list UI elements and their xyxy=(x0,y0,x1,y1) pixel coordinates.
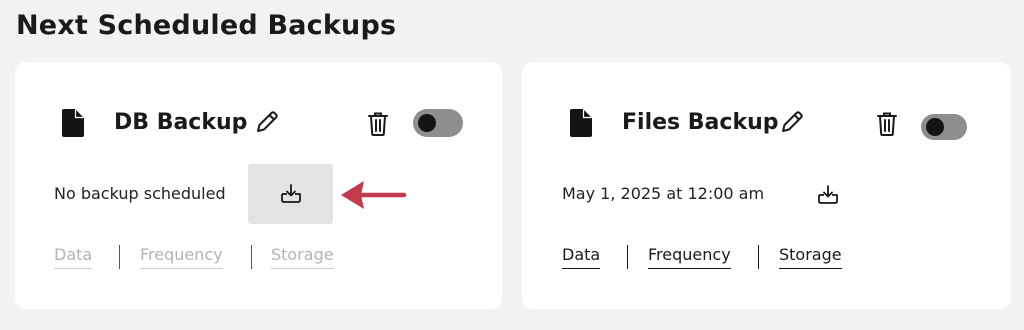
edit-button[interactable] xyxy=(254,109,280,135)
schedule-date: May 1, 2025 at 12:00 am xyxy=(562,184,765,203)
page-title: Next Scheduled Backups xyxy=(16,10,397,41)
tab-storage[interactable]: Storage xyxy=(271,243,334,269)
tab-frequency[interactable]: Frequency xyxy=(140,243,223,269)
download-icon xyxy=(818,185,838,204)
toggle-knob xyxy=(418,114,436,132)
edit-button[interactable] xyxy=(779,109,805,135)
tab-data[interactable]: Data xyxy=(562,243,601,269)
pencil-icon xyxy=(257,111,278,132)
tab-divider xyxy=(119,245,120,269)
backups-page: Next Scheduled Backups DB Backup No back… xyxy=(0,0,1024,330)
pencil-icon xyxy=(782,111,803,132)
tab-frequency[interactable]: Frequency xyxy=(648,243,731,269)
pointer-arrow-icon xyxy=(341,181,407,209)
schedule-toggle[interactable] xyxy=(921,114,967,140)
download-button[interactable] xyxy=(248,164,333,224)
tab-divider xyxy=(627,245,628,269)
tab-data[interactable]: Data xyxy=(54,243,93,269)
card-title: Files Backup xyxy=(622,110,779,135)
schedule-status: No backup scheduled xyxy=(54,184,226,203)
download-icon xyxy=(280,184,301,203)
delete-button[interactable] xyxy=(875,111,901,137)
schedule-toggle[interactable] xyxy=(413,109,463,137)
delete-button[interactable] xyxy=(366,111,392,137)
download-button[interactable] xyxy=(814,183,842,207)
tab-divider xyxy=(758,245,759,269)
tab-divider xyxy=(251,245,252,269)
toggle-knob xyxy=(926,118,944,136)
card-title: DB Backup xyxy=(114,110,248,135)
trash-icon xyxy=(368,112,388,136)
document-icon xyxy=(570,109,592,137)
document-icon xyxy=(62,109,84,137)
trash-icon xyxy=(877,112,897,136)
tab-storage[interactable]: Storage xyxy=(779,243,842,269)
